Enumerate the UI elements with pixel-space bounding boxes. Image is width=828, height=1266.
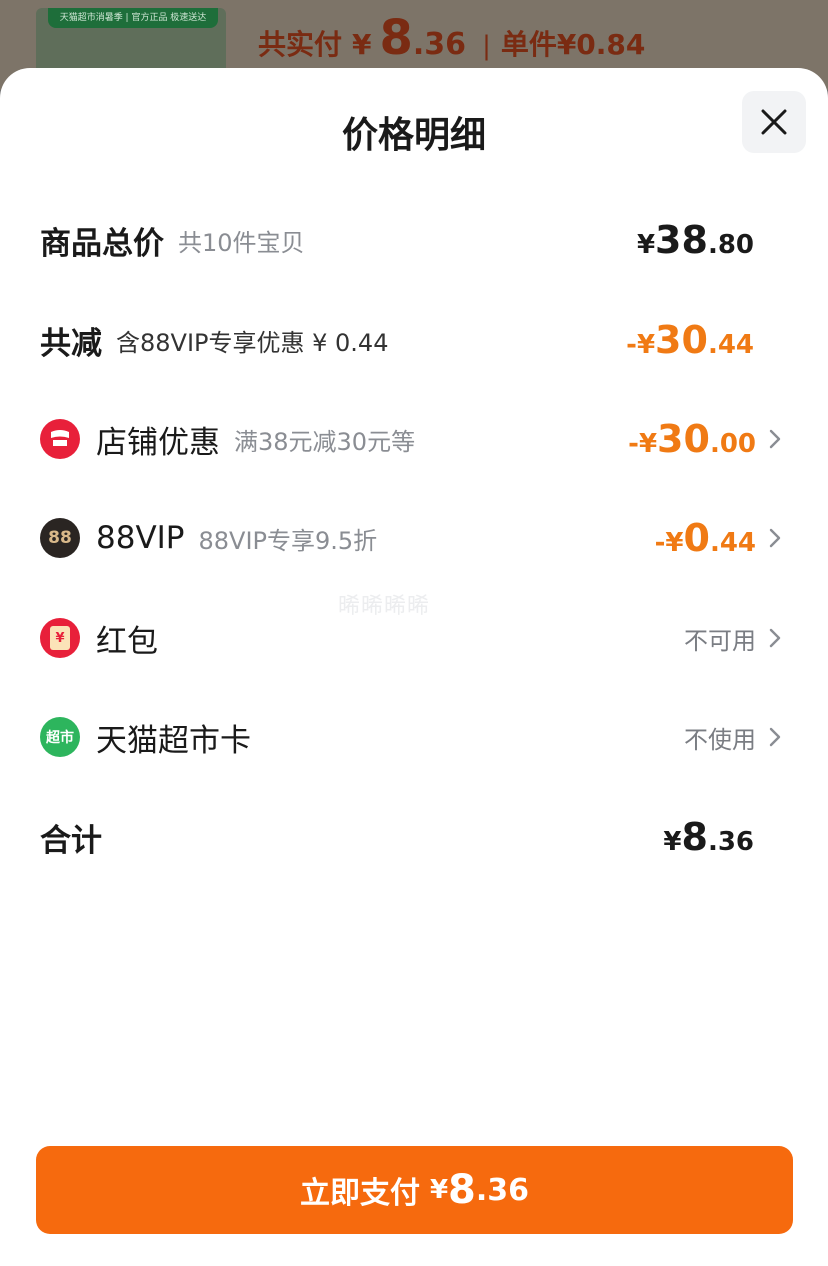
background-separator: | bbox=[482, 31, 491, 61]
88vip-icon-text: 88 bbox=[48, 528, 72, 548]
grand-total-sign: ¥ bbox=[663, 827, 682, 857]
background-paid-label: 共实付 bbox=[258, 28, 343, 61]
grand-total-int: 8 bbox=[681, 815, 708, 859]
row-total-goods: 商品总价 共10件宝贝 ¥ 38 .80 bbox=[0, 210, 828, 270]
total-discount-note: 含88VIP专享优惠 ¥ 0.44 bbox=[116, 328, 389, 357]
row-total-discount: 共减 含88VIP专享优惠 ¥ 0.44 -¥ 30 .44 bbox=[0, 310, 828, 370]
background-paid-dec: .36 bbox=[412, 27, 467, 62]
total-discount-amount: -¥ 30 .44 bbox=[626, 318, 754, 362]
close-icon bbox=[761, 109, 787, 135]
tmall-supermarket-icon-text: 超市 bbox=[46, 730, 74, 746]
background-paid-summary: 共实付 ¥ 8 .36 | 单件¥0.84 bbox=[258, 10, 645, 70]
88vip-amount: -¥ 0 .44 bbox=[655, 516, 756, 560]
pay-now-button[interactable]: 立即支付 ¥ 8 .36 bbox=[36, 1146, 793, 1234]
grand-total-dec: .36 bbox=[707, 827, 754, 857]
total-goods-title: 商品总价 bbox=[40, 225, 164, 262]
market-card-title: 天猫超市卡 bbox=[96, 722, 251, 759]
grand-total-amount: ¥ 8 .36 bbox=[663, 815, 754, 859]
pay-now-dec: .36 bbox=[475, 1172, 530, 1208]
chevron-right-icon bbox=[768, 428, 782, 450]
store-discount-amount: -¥ 30 .00 bbox=[628, 417, 756, 461]
grand-total-title: 合计 bbox=[40, 822, 102, 859]
total-discount-title: 共减 bbox=[40, 325, 102, 362]
background-paid-currency: ¥ bbox=[352, 28, 372, 61]
88vip-rule: 88VIP专享9.5折 bbox=[198, 526, 378, 555]
row-tmall-supermarket-card[interactable]: 超市 天猫超市卡 不使用 bbox=[0, 707, 828, 767]
total-goods-sign: ¥ bbox=[636, 230, 656, 260]
price-detail-sheet: 价格明细 商品总价 共10件宝贝 ¥ 38 .80 共减 含88VIP专享优惠 … bbox=[0, 68, 828, 1266]
tmall-supermarket-icon: 超市 bbox=[40, 717, 80, 757]
total-discount-int: 30 bbox=[655, 318, 708, 362]
sheet-title: 价格明细 bbox=[341, 115, 486, 156]
pay-now-sign: ¥ bbox=[429, 1175, 449, 1205]
row-88vip[interactable]: 88 88VIP 88VIP专享9.5折 -¥ 0 .44 bbox=[0, 508, 828, 568]
store-discount-sign: -¥ bbox=[628, 429, 658, 459]
store-discount-rule: 满38元减30元等 bbox=[234, 427, 416, 456]
total-discount-dec: .44 bbox=[707, 330, 754, 360]
total-goods-dec: .80 bbox=[707, 230, 754, 260]
88vip-int: 0 bbox=[683, 516, 710, 560]
store-discount-int: 30 bbox=[657, 417, 710, 461]
background-unit-price: 单件¥0.84 bbox=[500, 28, 646, 61]
row-red-packet[interactable]: ¥ 红包 不可用 bbox=[0, 608, 828, 668]
store-discount-title: 店铺优惠 bbox=[96, 424, 220, 461]
background-paid-int: 8 bbox=[379, 10, 413, 66]
chevron-right-icon bbox=[768, 726, 782, 748]
88vip-icon: 88 bbox=[40, 518, 80, 558]
chevron-right-icon bbox=[768, 527, 782, 549]
store-icon bbox=[40, 419, 80, 459]
pay-now-label: 立即支付 bbox=[299, 1176, 420, 1211]
store-discount-dec: .00 bbox=[709, 429, 756, 459]
row-store-discount[interactable]: 店铺优惠 满38元减30元等 -¥ 30 .00 bbox=[0, 409, 828, 469]
total-discount-sign: -¥ bbox=[626, 330, 656, 360]
chevron-right-icon bbox=[768, 627, 782, 649]
background-thumbnail-strip: 天猫超市消暑季 | 官方正品 极速送达 bbox=[48, 8, 218, 28]
red-packet-title: 红包 bbox=[96, 623, 158, 660]
red-packet-icon-text: ¥ bbox=[50, 626, 70, 650]
88vip-title: 88VIP bbox=[96, 520, 185, 556]
pay-now-int: 8 bbox=[448, 1167, 476, 1213]
market-card-status: 不使用 bbox=[684, 725, 756, 754]
red-packet-status: 不可用 bbox=[684, 626, 756, 655]
total-goods-int: 38 bbox=[655, 218, 708, 262]
total-goods-amount: ¥ 38 .80 bbox=[637, 218, 754, 262]
red-packet-icon: ¥ bbox=[40, 618, 80, 658]
88vip-sign: -¥ bbox=[654, 528, 684, 558]
row-grand-total: 合计 ¥ 8 .36 bbox=[0, 807, 828, 867]
close-button[interactable] bbox=[742, 91, 806, 153]
88vip-dec: .44 bbox=[709, 528, 756, 558]
total-goods-count: 共10件宝贝 bbox=[178, 228, 305, 257]
